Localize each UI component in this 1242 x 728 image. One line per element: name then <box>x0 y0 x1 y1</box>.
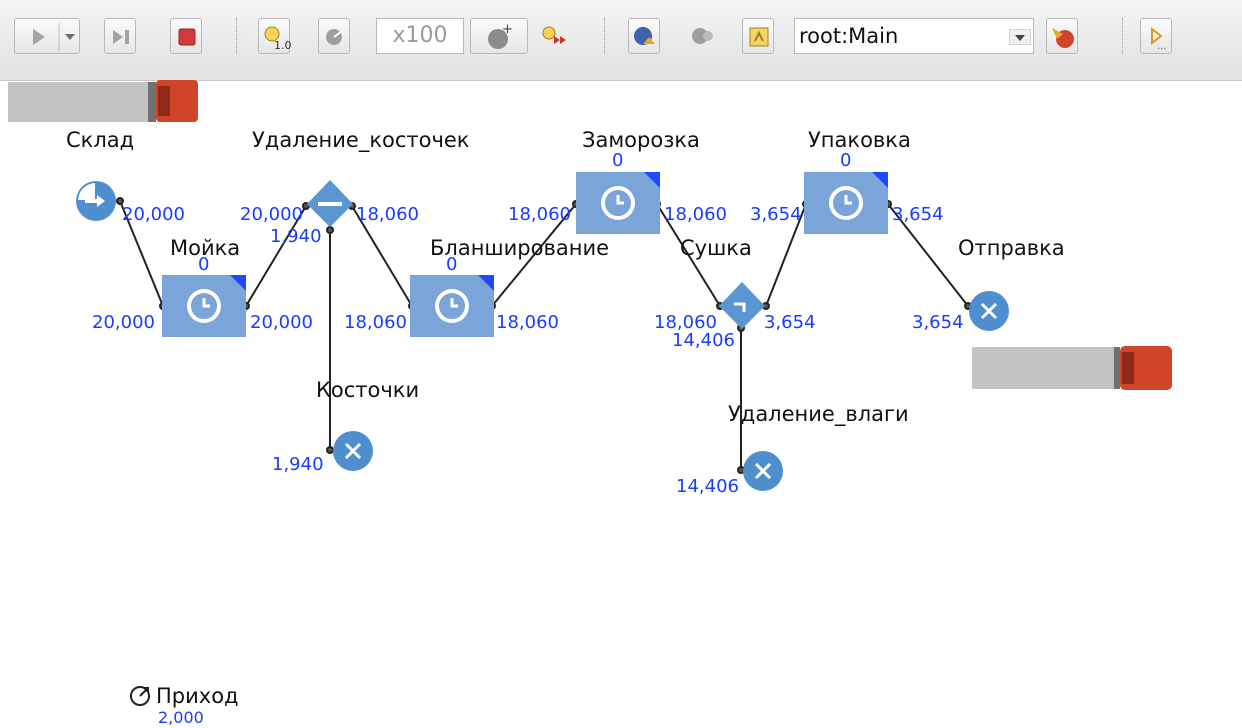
clock-icon <box>576 172 660 234</box>
pit-split-label: Удаление_косточек <box>252 128 470 152</box>
ship-label: Отправка <box>958 236 1065 260</box>
freeze-queue-count: 0 <box>612 150 624 171</box>
pits-sink-block[interactable] <box>332 430 374 476</box>
clock-icon <box>410 275 494 337</box>
freeze-block[interactable] <box>576 172 660 238</box>
split-icon <box>719 282 765 329</box>
source-block[interactable] <box>75 180 117 226</box>
moisture-sink-in-count: 14,406 <box>676 476 739 497</box>
freeze-label: Заморозка <box>582 128 700 152</box>
wash-block[interactable] <box>162 275 246 341</box>
clock-icon <box>162 275 246 337</box>
pack-out-count: 3,654 <box>892 204 944 225</box>
pit-split-out1-count: 18,060 <box>356 204 419 225</box>
blanch-block[interactable] <box>410 275 494 341</box>
close-icon <box>969 291 1009 331</box>
blanch-out-count: 18,060 <box>496 312 559 333</box>
pit-split-out2-count: 1,940 <box>270 226 322 247</box>
event-block[interactable] <box>128 684 152 712</box>
event-icon <box>130 686 150 706</box>
dry-out1-count: 3,654 <box>764 312 816 333</box>
pit-split-block[interactable] <box>306 180 354 232</box>
pit-split-in-count: 20,000 <box>240 204 303 225</box>
event-label: Приход <box>156 684 239 708</box>
ship-in-count: 3,654 <box>912 312 964 333</box>
close-icon <box>743 451 783 491</box>
event-value: 2,000 <box>158 708 204 727</box>
connectors <box>116 197 972 474</box>
pack-in-count: 3,654 <box>750 204 802 225</box>
ship-block[interactable] <box>968 290 1010 336</box>
pack-label: Упаковка <box>808 128 911 152</box>
clock-icon <box>804 172 888 234</box>
source-label: Склад <box>66 128 135 152</box>
pits-sink-in-count: 1,940 <box>272 454 324 475</box>
source-out-count: 20,000 <box>122 204 185 225</box>
pack-queue-count: 0 <box>840 150 852 171</box>
pits-sink-label: Косточки <box>316 378 420 402</box>
dry-block[interactable] <box>718 282 766 334</box>
dry-out2-count: 14,406 <box>672 330 735 351</box>
wash-in-count: 20,000 <box>92 312 155 333</box>
dry-label: Сушка <box>680 236 752 260</box>
close-icon <box>333 431 373 471</box>
source-arrow-icon <box>76 181 116 221</box>
moisture-sink-block[interactable] <box>742 450 784 496</box>
blanch-in-count: 18,060 <box>344 312 407 333</box>
wash-out-count: 20,000 <box>250 312 313 333</box>
split-icon <box>307 180 353 227</box>
freeze-out-count: 18,060 <box>664 204 727 225</box>
wash-queue-count: 0 <box>198 254 210 275</box>
pack-block[interactable] <box>804 172 888 238</box>
blanch-queue-count: 0 <box>446 254 458 275</box>
moisture-sink-label: Удаление_влаги <box>728 402 909 426</box>
freeze-in-count: 18,060 <box>508 204 571 225</box>
